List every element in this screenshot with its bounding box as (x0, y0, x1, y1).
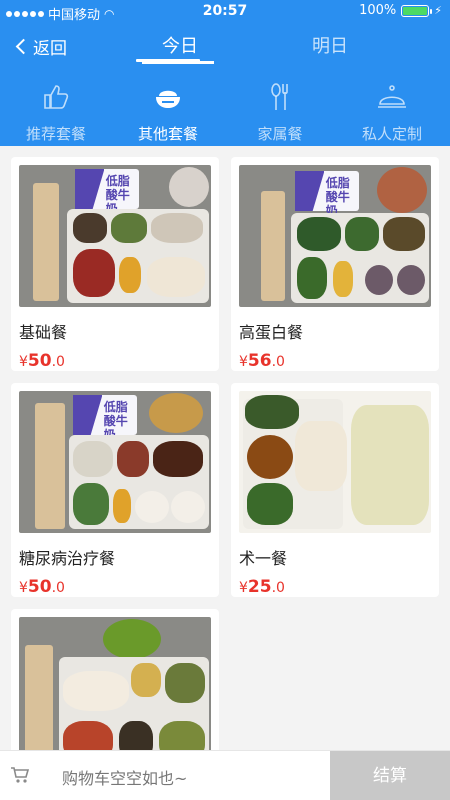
milk-label-line1: 低脂 (325, 175, 350, 190)
rice-bowl-icon (156, 90, 180, 108)
back-button[interactable]: 返回 (12, 34, 67, 59)
category-custom[interactable]: 私人定制 (336, 76, 448, 143)
cloche-icon (378, 85, 406, 108)
meal-card[interactable]: 低脂酸牛奶 糖尿病治疗餐 ¥50.0 (11, 383, 219, 597)
cart-empty-text: 购物车空空如也~ (62, 769, 188, 788)
category-recommended[interactable]: 推荐套餐 (0, 76, 112, 143)
meal-name: 基础餐 (19, 323, 68, 342)
status-right: 100% ⚡ (359, 3, 442, 18)
status-bar: 中国移动 ◠ 20:57 100% ⚡ (0, 0, 450, 24)
meal-name: 糖尿病治疗餐 (19, 549, 116, 568)
milk-label-line1: 低脂 (103, 399, 128, 414)
tab-tomorrow[interactable]: 明日 (312, 32, 348, 58)
milk-label-line1: 低脂 (105, 173, 130, 188)
price-main: 50 (27, 351, 52, 371)
chevron-left-icon (15, 38, 32, 55)
checkout-button[interactable]: 结算 (330, 751, 450, 800)
charging-icon: ⚡ (434, 4, 442, 17)
tab-today[interactable]: 今日 (162, 32, 198, 58)
price-currency: ¥ (19, 580, 28, 596)
meal-photo: 低脂酸牛奶 (19, 391, 211, 533)
price-currency: ¥ (19, 354, 28, 370)
spoon-fork-icon (271, 83, 288, 110)
category-active-indicator (136, 59, 200, 62)
meal-name: 术一餐 (239, 549, 288, 568)
meal-card[interactable]: 术一餐 ¥25.0 (231, 383, 439, 597)
meal-price: ¥50.0 (19, 351, 65, 371)
price-decimal: .0 (51, 354, 65, 370)
cart-bar: 购物车空空如也~ 结算 (0, 750, 450, 800)
meal-list: 低脂酸牛奶 基础餐 ¥50.0 低脂酸牛奶 (0, 146, 450, 750)
price-main: 56 (247, 351, 272, 371)
category-label: 推荐套餐 (25, 125, 86, 143)
meal-name: 高蛋白餐 (239, 323, 304, 342)
price-main: 25 (247, 577, 272, 597)
price-currency: ¥ (239, 354, 248, 370)
category-label: 私人定制 (361, 125, 422, 143)
meal-card[interactable]: 低脂酸牛奶 基础餐 ¥50.0 (11, 157, 219, 371)
meal-photo: 低脂酸牛奶 (239, 165, 431, 307)
category-label: 家属餐 (257, 125, 303, 143)
back-label: 返回 (33, 39, 67, 59)
battery-icon (401, 4, 433, 17)
meal-card[interactable] (11, 609, 219, 750)
category-other[interactable]: 其他套餐 (112, 76, 224, 143)
thumbs-up-icon (44, 85, 69, 109)
price-decimal: .0 (51, 580, 65, 596)
nav-row: 返回 今日 明日 (0, 24, 450, 68)
price-currency: ¥ (239, 580, 248, 596)
meal-price: ¥25.0 (239, 577, 285, 597)
meal-photo: 低脂酸牛奶 (19, 165, 211, 307)
battery-percent: 100% (359, 3, 397, 18)
cart-icon[interactable] (10, 766, 30, 784)
meal-price: ¥56.0 (239, 351, 285, 371)
category-family[interactable]: 家属餐 (224, 76, 336, 143)
meal-price: ¥50.0 (19, 577, 65, 597)
price-main: 50 (27, 577, 52, 597)
meal-photo (239, 391, 431, 533)
price-decimal: .0 (271, 354, 285, 370)
price-decimal: .0 (271, 580, 285, 596)
header: 中国移动 ◠ 20:57 100% ⚡ 返回 今日 明日 推荐套餐 其他套餐 家… (0, 0, 450, 146)
category-label: 其他套餐 (137, 125, 198, 143)
meal-photo (19, 617, 211, 750)
meal-card[interactable]: 低脂 酸牛奶 高蛋白餐 ¥56.0 (231, 157, 439, 371)
category-tabs: 推荐套餐 其他套餐 家属餐 私人定制 (0, 76, 450, 146)
